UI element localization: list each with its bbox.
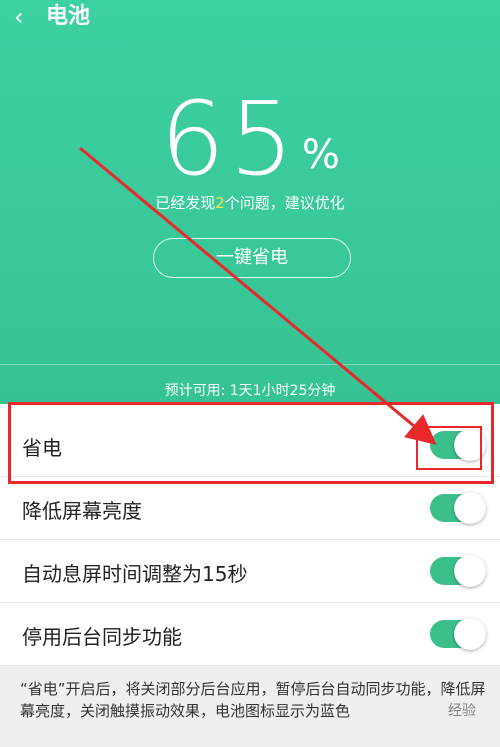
watermark: 经验 xyxy=(448,703,476,719)
screen-timeout-toggle[interactable] xyxy=(430,555,486,587)
issues-summary: 已经发现2个问题，建议优化 xyxy=(0,192,500,213)
toggle-knob xyxy=(454,618,486,650)
estimated-time: 预计可用: 1天1小时25分钟 xyxy=(164,383,336,399)
setting-row-power-saving[interactable]: 省电 xyxy=(0,414,500,477)
battery-percent-value: 65 xyxy=(160,80,298,199)
one-click-save-button[interactable]: 一键省电 xyxy=(153,238,351,278)
issues-count: 2 xyxy=(215,194,225,212)
issues-suffix: 个问题，建议优化 xyxy=(224,194,345,212)
power-saving-toggle[interactable] xyxy=(430,429,486,461)
setting-label: 停用后台同步功能 xyxy=(22,625,182,649)
setting-label: 省电 xyxy=(22,436,62,460)
battery-percentage: 65% xyxy=(0,84,500,196)
toggle-knob xyxy=(454,492,486,524)
setting-label: 降低屏幕亮度 xyxy=(22,499,142,523)
note-text: “省电”开启后，将关闭部分后台应用，暂停后台自动同步功能，降低屏幕亮度，关闭触摸… xyxy=(20,680,486,720)
setting-row-screen-timeout[interactable]: 自动息屏时间调整为15秒 xyxy=(0,540,500,603)
toggle-knob xyxy=(454,555,486,587)
battery-header: ‹ 电池 65% 已经发现2个问题，建议优化 一键省电 预计可用: 1天1小时2… xyxy=(0,0,500,404)
top-bar: ‹ 电池 xyxy=(0,0,500,40)
lower-brightness-toggle[interactable] xyxy=(430,492,486,524)
setting-row-background-sync[interactable]: 停用后台同步功能 xyxy=(0,603,500,666)
background-sync-toggle[interactable] xyxy=(430,618,486,650)
setting-label: 自动息屏时间调整为15秒 xyxy=(22,562,248,586)
power-saving-note: “省电”开启后，将关闭部分后台应用，暂停后台自动同步功能，降低屏幕亮度，关闭触摸… xyxy=(0,666,500,747)
issues-prefix: 已经发现 xyxy=(155,194,216,212)
setting-row-lower-brightness[interactable]: 降低屏幕亮度 xyxy=(0,477,500,540)
page-title: 电池 xyxy=(46,4,91,29)
chevron-left-icon[interactable]: ‹ xyxy=(14,4,24,30)
toggle-knob xyxy=(454,429,486,461)
percent-sign: % xyxy=(301,132,340,178)
header-divider xyxy=(0,364,500,365)
